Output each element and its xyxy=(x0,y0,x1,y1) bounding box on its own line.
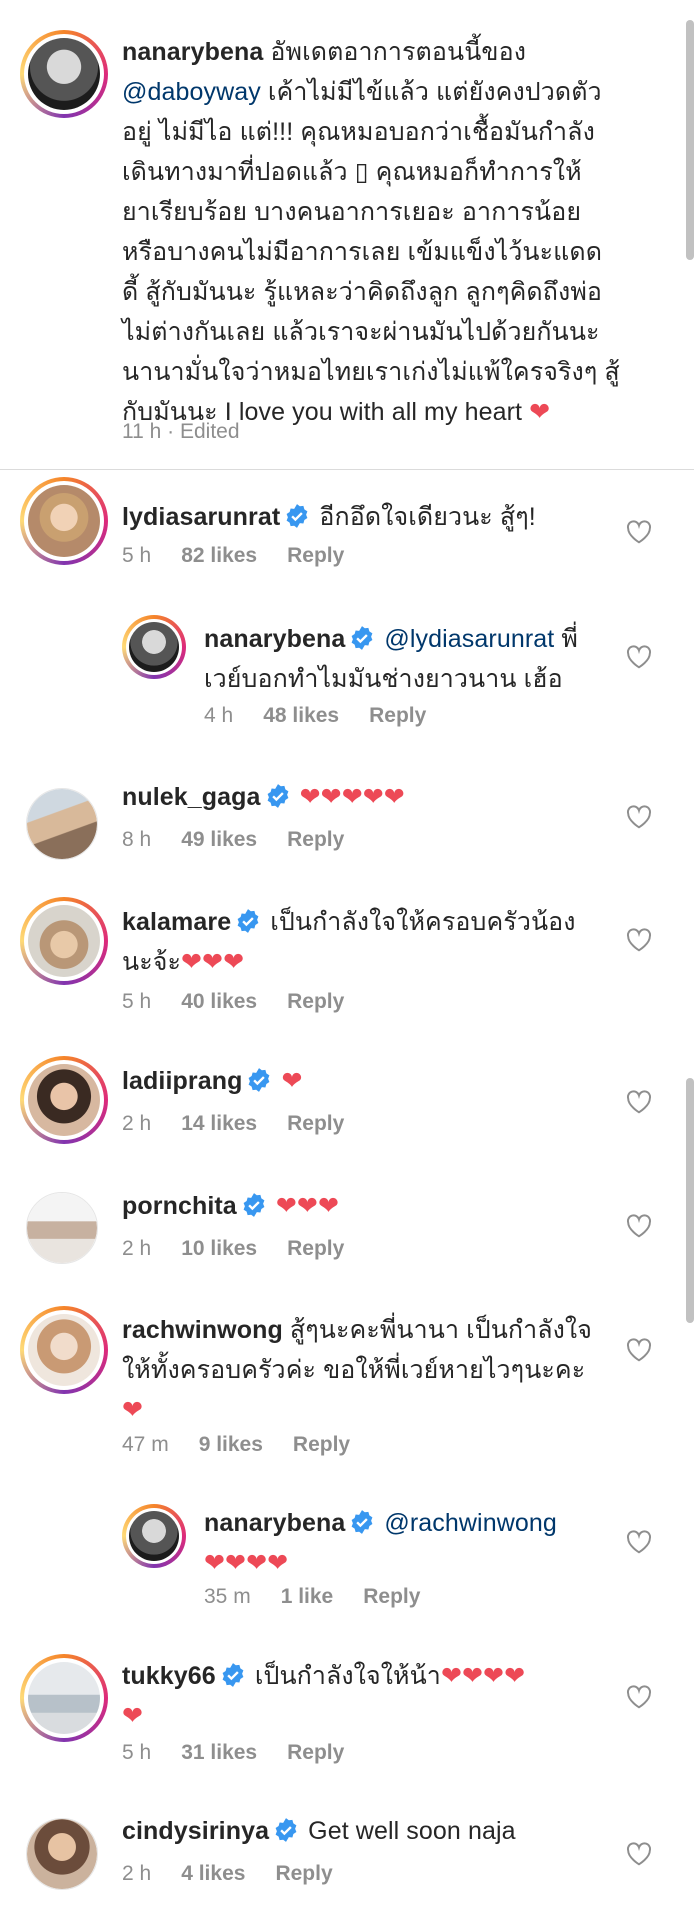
comment-meta: 5 h 82 likes Reply xyxy=(122,544,345,567)
comment-username[interactable]: pornchita xyxy=(122,1192,237,1220)
avatar[interactable] xyxy=(26,788,98,860)
heart-emoji: ❤❤❤❤❤ xyxy=(299,783,405,811)
verified-badge-icon xyxy=(267,784,288,808)
comment-username[interactable]: lydiasarunrat xyxy=(122,503,280,531)
heart-outline-icon[interactable] xyxy=(626,520,652,544)
comment-username[interactable]: ladiiprang xyxy=(122,1067,242,1095)
avatar[interactable] xyxy=(20,1654,108,1742)
likes-count[interactable]: 1 like xyxy=(281,1585,334,1608)
divider xyxy=(0,469,694,470)
likes-count[interactable]: 4 likes xyxy=(181,1862,245,1885)
likes-count[interactable]: 40 likes xyxy=(181,990,257,1013)
reply-button[interactable]: Reply xyxy=(275,1862,332,1885)
verified-badge-icon xyxy=(222,1663,244,1687)
comment-username[interactable]: nulek_gaga xyxy=(122,783,261,811)
comment-text: ladiiprang ❤ xyxy=(122,1061,303,1101)
comment-meta: 2 h 10 likes Reply xyxy=(122,1237,345,1260)
comment-text: nulek_gaga ❤❤❤❤❤ xyxy=(122,777,405,817)
comment-username[interactable]: nanarybena xyxy=(204,1509,345,1537)
reply-button[interactable]: Reply xyxy=(287,1741,344,1764)
comment-text: cindysirinya Get well soon naja xyxy=(122,1817,516,1845)
scrollbar[interactable] xyxy=(686,1078,694,1323)
verified-badge-icon xyxy=(243,1193,265,1217)
heart-outline-icon[interactable] xyxy=(626,645,652,669)
reply-button[interactable]: Reply xyxy=(293,1433,350,1456)
avatar[interactable] xyxy=(26,1818,98,1890)
heart-emoji: ❤ xyxy=(122,1702,144,1730)
comment-meta: 5 h 31 likes Reply xyxy=(122,1741,345,1764)
caption-text: nanarybena อัพเดตอาการตอนนี้ของ @daboywa… xyxy=(122,38,620,426)
avatar[interactable] xyxy=(20,477,108,565)
verified-badge-icon xyxy=(237,909,259,933)
reply-button[interactable]: Reply xyxy=(287,544,344,567)
heart-emoji: ❤❤❤ xyxy=(275,1192,339,1220)
heart-emoji: ❤ xyxy=(529,398,551,426)
avatar[interactable] xyxy=(20,1306,108,1394)
avatar[interactable] xyxy=(20,1056,108,1144)
avatar[interactable] xyxy=(20,897,108,985)
avatar[interactable] xyxy=(122,1504,186,1568)
comment-meta: 4 h 48 likes Reply xyxy=(204,704,427,727)
mention-link[interactable]: @rachwinwong xyxy=(384,1509,557,1537)
comment-username[interactable]: tukky66 xyxy=(122,1662,216,1690)
likes-count[interactable]: 49 likes xyxy=(181,828,257,851)
comment-username[interactable]: cindysirinya xyxy=(122,1817,269,1845)
likes-count[interactable]: 82 likes xyxy=(181,544,257,567)
mention-link[interactable]: @daboyway xyxy=(122,78,261,106)
comment-username[interactable]: nanarybena xyxy=(204,625,345,653)
heart-outline-icon[interactable] xyxy=(626,928,652,952)
verified-badge-icon xyxy=(275,1818,297,1842)
avatar[interactable] xyxy=(122,615,186,679)
comment-meta: 35 m1 like Reply xyxy=(204,1585,421,1608)
reply-button[interactable]: Reply xyxy=(369,704,426,727)
reply-button[interactable]: Reply xyxy=(363,1585,420,1608)
comment-text: rachwinwong สู้ๆนะคะพี่นานา เป็นกำลังใจ … xyxy=(122,1310,592,1430)
comment-username[interactable]: rachwinwong xyxy=(122,1316,283,1344)
comment-text: pornchita ❤❤❤ xyxy=(122,1186,339,1226)
comment-text: lydiasarunrat อีกอึดใจเดียวนะ สู้ๆ! xyxy=(122,503,536,531)
heart-outline-icon[interactable] xyxy=(626,1214,652,1238)
caption-time: 11 h · Edited xyxy=(122,420,240,443)
avatar[interactable] xyxy=(20,30,108,118)
mention-link[interactable]: @lydiasarunrat xyxy=(384,625,554,653)
likes-count[interactable]: 48 likes xyxy=(263,704,339,727)
comment-meta: 5 h 40 likes Reply xyxy=(122,990,345,1013)
verified-badge-icon xyxy=(249,1068,270,1092)
comment-meta: 2 h 14 likes Reply xyxy=(122,1112,345,1135)
reply-button[interactable]: Reply xyxy=(287,1112,344,1135)
verified-badge-icon xyxy=(286,504,308,528)
likes-count[interactable]: 9 likes xyxy=(199,1433,263,1456)
comment-meta: 8 h 49 likes Reply xyxy=(122,828,345,851)
scrollbar[interactable] xyxy=(686,20,694,260)
comment-meta: 2 h4 likes Reply xyxy=(122,1862,333,1885)
reply-button[interactable]: Reply xyxy=(287,828,344,851)
heart-outline-icon[interactable] xyxy=(626,1338,652,1362)
comment-text: nanarybena @rachwinwong ❤❤❤❤ xyxy=(204,1503,557,1583)
verified-badge-icon xyxy=(351,1510,373,1534)
comment-username[interactable]: kalamare xyxy=(122,908,231,936)
heart-emoji: ❤ xyxy=(281,1067,303,1095)
avatar[interactable] xyxy=(26,1192,98,1264)
heart-emoji: ❤❤❤ xyxy=(181,948,245,976)
verified-badge-icon xyxy=(351,626,373,650)
heart-outline-icon[interactable] xyxy=(626,1530,652,1554)
heart-emoji: ❤ xyxy=(122,1396,144,1424)
heart-emoji: ❤❤❤❤ xyxy=(204,1549,289,1577)
heart-outline-icon[interactable] xyxy=(626,1090,652,1114)
likes-count[interactable]: 31 likes xyxy=(181,1741,257,1764)
caption-username[interactable]: nanarybena xyxy=(122,38,263,66)
likes-count[interactable]: 14 likes xyxy=(181,1112,257,1135)
heart-outline-icon[interactable] xyxy=(626,1685,652,1709)
heart-outline-icon[interactable] xyxy=(626,1842,652,1866)
comment-text: tukky66 เป็นกำลังใจให้น้า❤❤❤❤ ❤ xyxy=(122,1656,525,1736)
likes-count[interactable]: 10 likes xyxy=(181,1237,257,1260)
comment-meta: 47 m9 likes Reply xyxy=(122,1433,351,1456)
comment-text: nanarybena @lydiasarunrat พี่ เวย์บอกทำไ… xyxy=(204,625,578,693)
heart-emoji: ❤❤❤❤ xyxy=(440,1662,526,1690)
comment-text: kalamare เป็นกำลังใจให้ครอบครัวน้อง นะจ้… xyxy=(122,908,576,976)
reply-button[interactable]: Reply xyxy=(287,990,344,1013)
heart-outline-icon[interactable] xyxy=(626,805,652,829)
reply-button[interactable]: Reply xyxy=(287,1237,344,1260)
